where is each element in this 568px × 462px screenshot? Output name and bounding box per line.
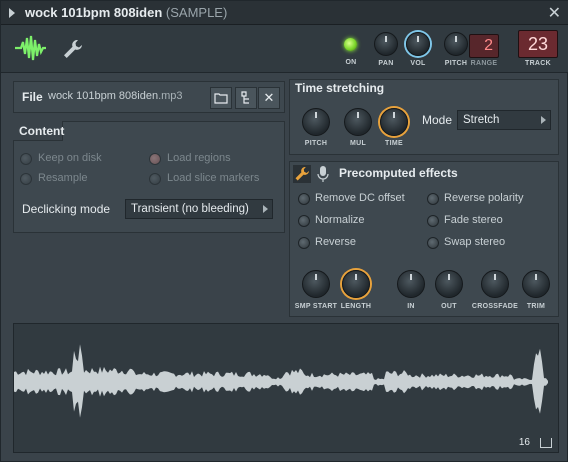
- track-label: TRACK: [525, 60, 551, 67]
- waveform-path: [14, 344, 548, 418]
- close-icon: ✕: [263, 90, 275, 105]
- load-slice-markers-checkbox[interactable]: [149, 173, 161, 185]
- precomputed-effects-panel: Precomputed effects Remove DC offset Nor…: [289, 161, 559, 317]
- declicking-mode-label: Declicking mode: [22, 202, 111, 216]
- waveform-icon: [14, 344, 548, 418]
- smp-start-knob[interactable]: [302, 270, 330, 298]
- remove-dc-checkbox[interactable]: [298, 193, 310, 205]
- resample-label: Resample: [38, 172, 88, 184]
- swap-stereo-checkbox[interactable]: [427, 237, 439, 249]
- sample-settings-window: wock 101bpm 808iden (SAMPLE) ✕ ON PAN VO…: [0, 0, 568, 462]
- keep-on-disk-label: Keep on disk: [38, 152, 102, 164]
- tree-icon: [241, 91, 249, 104]
- window-menu-arrow-icon[interactable]: [9, 8, 15, 18]
- dropdown-caret-icon: [541, 116, 546, 124]
- reverse-polarity-checkbox[interactable]: [427, 193, 439, 205]
- crossfade-knob[interactable]: [481, 270, 509, 298]
- length-knob[interactable]: [342, 270, 370, 298]
- mode-label: Mode: [422, 113, 453, 127]
- length-label: LENGTH: [340, 303, 372, 310]
- vol-knob[interactable]: [406, 32, 430, 56]
- declicking-mode-dropdown[interactable]: Transient (no bleeding): [125, 199, 273, 219]
- window-subtitle: (SAMPLE): [165, 5, 228, 20]
- normalize-label: Normalize: [315, 214, 365, 226]
- load-regions-label: Load regions: [167, 152, 231, 164]
- dropdown-caret-icon: [263, 205, 268, 213]
- pan-label: PAN: [378, 60, 394, 67]
- ts-mul-label: MUL: [349, 140, 367, 147]
- range-value[interactable]: 2: [469, 34, 499, 58]
- mode-value: Stretch: [463, 114, 500, 126]
- precomputed-effects-title: Precomputed effects: [339, 166, 458, 180]
- smp-start-label: SMP START: [294, 303, 338, 310]
- remove-dc-label: Remove DC offset: [315, 192, 405, 204]
- ts-pitch-knob[interactable]: [302, 108, 330, 136]
- crossfade-label: CROSSFADE: [471, 303, 519, 310]
- content-title: Content: [19, 124, 65, 138]
- resample-checkbox[interactable]: [20, 173, 32, 185]
- remove-file-button[interactable]: ✕: [258, 87, 280, 109]
- open-file-button[interactable]: [210, 87, 232, 109]
- microphone-icon[interactable]: [317, 165, 329, 183]
- vol-label: VOL: [410, 60, 426, 67]
- on-led-toggle[interactable]: [344, 38, 357, 51]
- out-knob[interactable]: [435, 270, 463, 298]
- in-label: IN: [407, 303, 415, 310]
- trim-knob[interactable]: [522, 270, 550, 298]
- in-knob[interactable]: [397, 270, 425, 298]
- swap-stereo-label: Swap stereo: [444, 236, 506, 248]
- trim-label: TRIM: [526, 303, 546, 310]
- pan-knob[interactable]: [374, 32, 398, 56]
- ts-pitch-label: PITCH: [304, 140, 328, 147]
- file-label: File: [22, 90, 43, 104]
- time-stretching-title: Time stretching: [295, 81, 385, 95]
- on-label: ON: [345, 59, 357, 66]
- window-title: wock 101bpm 808iden (SAMPLE): [25, 5, 227, 20]
- reverse-label: Reverse: [315, 236, 356, 248]
- fade-stereo-label: Fade stereo: [444, 214, 503, 226]
- reverse-polarity-label: Reverse polarity: [444, 192, 524, 204]
- load-slice-markers-label: Load slice markers: [167, 172, 260, 184]
- ts-time-knob[interactable]: [380, 108, 408, 136]
- file-panel: File wock 101bpm 808iden.mp3 ✕: [13, 81, 285, 113]
- window-title-text: wock 101bpm 808iden: [25, 5, 163, 20]
- close-icon[interactable]: ✕: [548, 3, 561, 23]
- waveform-icon[interactable]: [13, 33, 47, 63]
- wrench-icon[interactable]: [61, 37, 85, 61]
- reverse-checkbox[interactable]: [298, 237, 310, 249]
- fade-stereo-checkbox[interactable]: [427, 215, 439, 227]
- zoom-icon[interactable]: [540, 438, 552, 448]
- mode-dropdown[interactable]: Stretch: [457, 110, 551, 130]
- declicking-mode-value: Transient (no bleeding): [131, 203, 249, 215]
- pitch-knob[interactable]: [444, 32, 468, 56]
- ts-mul-knob[interactable]: [344, 108, 372, 136]
- out-label: OUT: [441, 303, 457, 310]
- title-bar[interactable]: wock 101bpm 808iden (SAMPLE) ✕: [1, 1, 568, 25]
- load-regions-checkbox[interactable]: [149, 153, 161, 165]
- normalize-checkbox[interactable]: [298, 215, 310, 227]
- toolbar: ON PAN VOL PITCH 2 RANGE 23 TRACK: [1, 25, 568, 73]
- locate-file-button[interactable]: [235, 87, 257, 109]
- file-extension: .mp3: [158, 90, 183, 102]
- waveform-zoom-label: 16: [518, 437, 530, 448]
- file-name: wock 101bpm 808iden.mp3: [48, 90, 183, 102]
- wrench-icon[interactable]: [293, 165, 311, 183]
- waveform-display[interactable]: 16: [13, 323, 559, 453]
- keep-on-disk-checkbox[interactable]: [20, 153, 32, 165]
- waveform-shape: [14, 344, 548, 418]
- file-name-text: wock 101bpm 808iden: [48, 90, 159, 102]
- ts-time-label: TIME: [385, 140, 403, 147]
- range-label: RANGE: [470, 60, 498, 67]
- time-stretching-panel: Time stretching PITCH MUL TIME Mode Stre…: [289, 79, 559, 155]
- track-value[interactable]: 23: [518, 30, 558, 58]
- folder-icon: [214, 93, 228, 104]
